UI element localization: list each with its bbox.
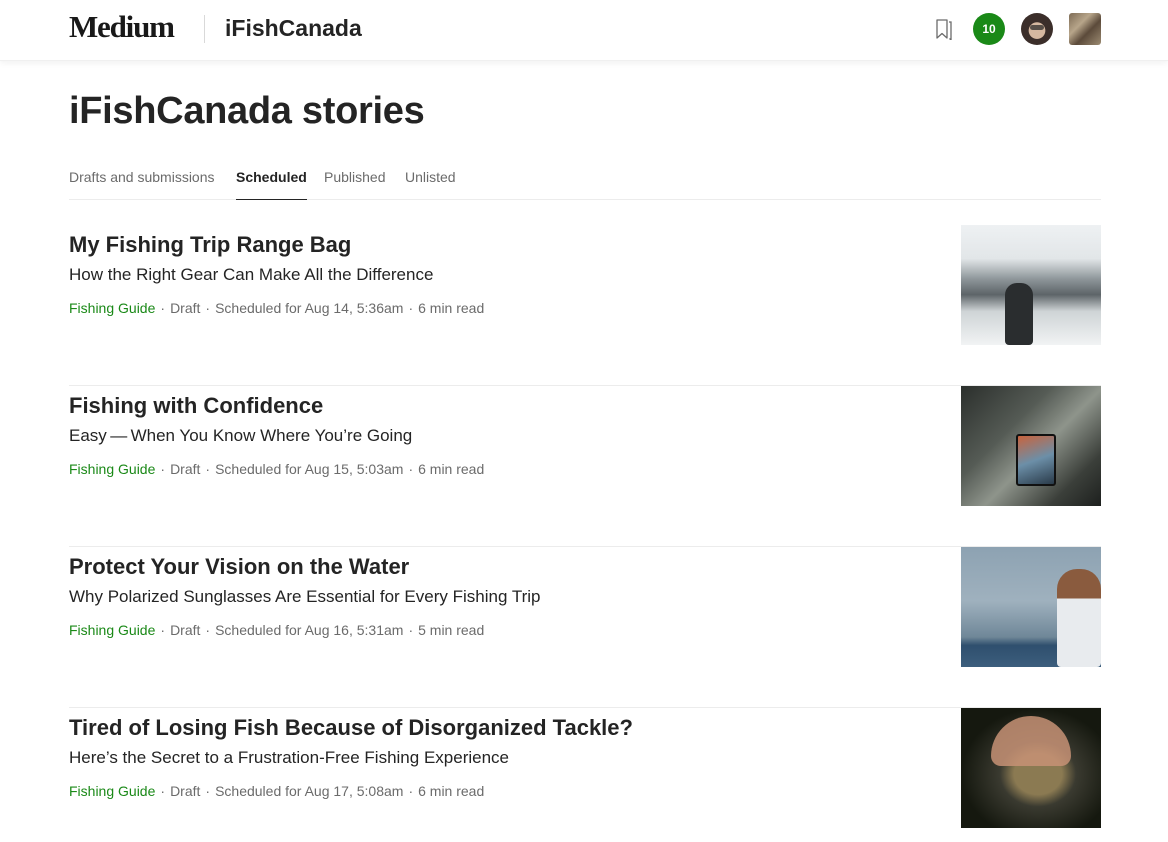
user-avatar[interactable] — [1021, 13, 1053, 45]
story-title[interactable]: Fishing with Confidence — [69, 393, 323, 419]
top-navigation-bar: Medium iFishCanada 10 — [0, 0, 1168, 61]
story-meta: Fishing Guide · Draft · Scheduled for Aug 16… — [69, 622, 485, 638]
tab-published[interactable]: Published — [324, 169, 386, 200]
story-status: Draft — [170, 300, 201, 316]
story-title[interactable]: Protect Your Vision on the Water — [69, 554, 409, 580]
tab-drafts-and-submissions[interactable]: Drafts and submissions — [69, 169, 215, 200]
story-meta: Fishing Guide · Draft · Scheduled for Aug 17… — [69, 783, 485, 799]
story-category[interactable]: Fishing Guide — [69, 783, 155, 799]
story-schedule: Scheduled for Aug 17, 5:08am — [215, 783, 404, 799]
story-title[interactable]: My Fishing Trip Range Bag — [69, 232, 351, 258]
stories-tabs: Drafts and submissions Scheduled Publish… — [69, 168, 1101, 200]
story-status: Draft — [170, 622, 201, 638]
medium-logo[interactable]: Medium — [69, 9, 175, 45]
story-category[interactable]: Fishing Guide — [69, 622, 155, 638]
story-status: Draft — [170, 783, 201, 799]
story-title[interactable]: Tired of Losing Fish Because of Disorgan… — [69, 715, 633, 741]
page-title: iFishCanada stories — [69, 90, 425, 132]
story-thumbnail[interactable] — [961, 225, 1101, 345]
story-category[interactable]: Fishing Guide — [69, 300, 155, 316]
story-thumbnail[interactable] — [961, 547, 1101, 667]
story-thumbnail[interactable] — [961, 386, 1101, 506]
tab-scheduled[interactable]: Scheduled — [236, 169, 307, 200]
story-item: Protect Your Vision on the Water Why Pol… — [69, 547, 1101, 708]
story-item: My Fishing Trip Range Bag How the Right … — [69, 225, 1101, 386]
publication-name[interactable]: iFishCanada — [225, 15, 362, 42]
story-subtitle[interactable]: Why Polarized Sunglasses Are Essential f… — [69, 587, 540, 607]
story-read-time: 6 min read — [418, 461, 485, 477]
story-read-time: 5 min read — [418, 622, 485, 638]
story-thumbnail[interactable] — [961, 708, 1101, 828]
tab-unlisted[interactable]: Unlisted — [405, 169, 456, 200]
story-subtitle[interactable]: How the Right Gear Can Make All the Diff… — [69, 265, 433, 285]
story-read-time: 6 min read — [418, 300, 485, 316]
story-read-time: 6 min read — [418, 783, 485, 799]
story-item: Tired of Losing Fish Because of Disorgan… — [69, 708, 1101, 838]
bookmark-icon[interactable] — [934, 18, 954, 42]
story-schedule: Scheduled for Aug 16, 5:31am — [215, 622, 404, 638]
story-subtitle[interactable]: Easy — When You Know Where You’re Going — [69, 426, 412, 446]
story-status: Draft — [170, 461, 201, 477]
story-subtitle[interactable]: Here’s the Secret to a Frustration-Free … — [69, 748, 509, 768]
story-meta: Fishing Guide · Draft · Scheduled for Aug 15… — [69, 461, 485, 477]
publication-avatar[interactable] — [1069, 13, 1101, 45]
notifications-badge[interactable]: 10 — [973, 13, 1005, 45]
story-schedule: Scheduled for Aug 14, 5:36am — [215, 300, 404, 316]
story-category[interactable]: Fishing Guide — [69, 461, 155, 477]
story-item: Fishing with Confidence Easy — When You … — [69, 386, 1101, 547]
story-meta: Fishing Guide · Draft · Scheduled for Aug 14… — [69, 300, 485, 316]
header-divider — [204, 15, 205, 43]
story-schedule: Scheduled for Aug 15, 5:03am — [215, 461, 404, 477]
